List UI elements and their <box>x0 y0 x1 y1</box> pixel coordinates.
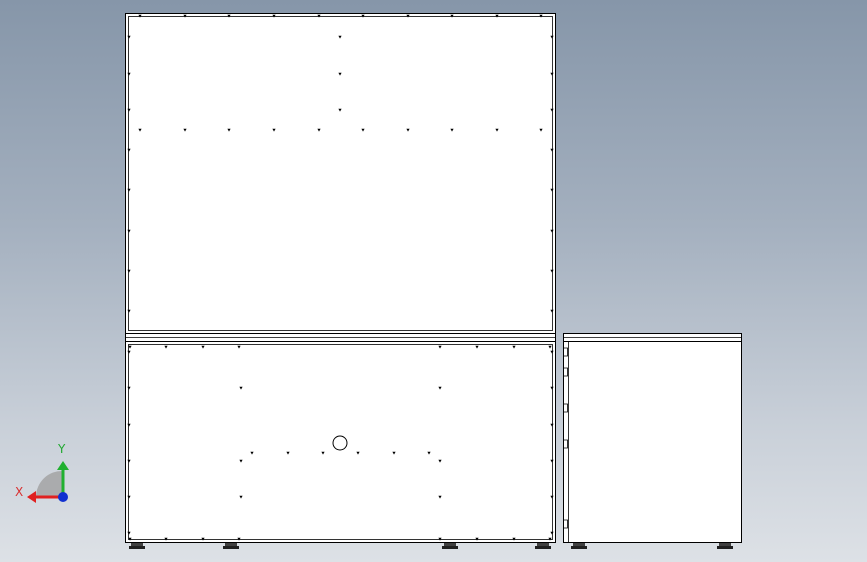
foot <box>225 543 237 546</box>
foot <box>537 543 549 546</box>
foot-base <box>535 546 551 549</box>
foot <box>573 543 585 546</box>
axis-triad <box>27 461 69 503</box>
y-axis-label: Y <box>58 442 66 456</box>
upper-cabinet-panel[interactable] <box>125 13 556 334</box>
panel-divider <box>125 333 556 342</box>
foot-base <box>442 546 458 549</box>
x-axis-arrowhead <box>27 491 36 503</box>
foot-base <box>129 546 145 549</box>
y-axis-arrowhead <box>57 461 69 470</box>
foot <box>444 543 456 546</box>
side-leveling-feet <box>571 543 733 549</box>
foot-base <box>717 546 733 549</box>
z-axis-dot <box>58 492 68 502</box>
x-axis-label: X <box>15 485 24 499</box>
foot <box>719 543 731 546</box>
leveling-feet <box>129 543 551 549</box>
lower-cabinet-panel[interactable] <box>125 341 556 543</box>
drawing-view[interactable] <box>0 0 867 562</box>
foot <box>131 543 143 546</box>
foot-base <box>223 546 239 549</box>
side-cabinet-panel[interactable] <box>563 333 742 543</box>
foot-base <box>571 546 587 549</box>
triad-plane <box>35 470 63 497</box>
graphics-viewport[interactable]: X Y <box>0 0 867 562</box>
